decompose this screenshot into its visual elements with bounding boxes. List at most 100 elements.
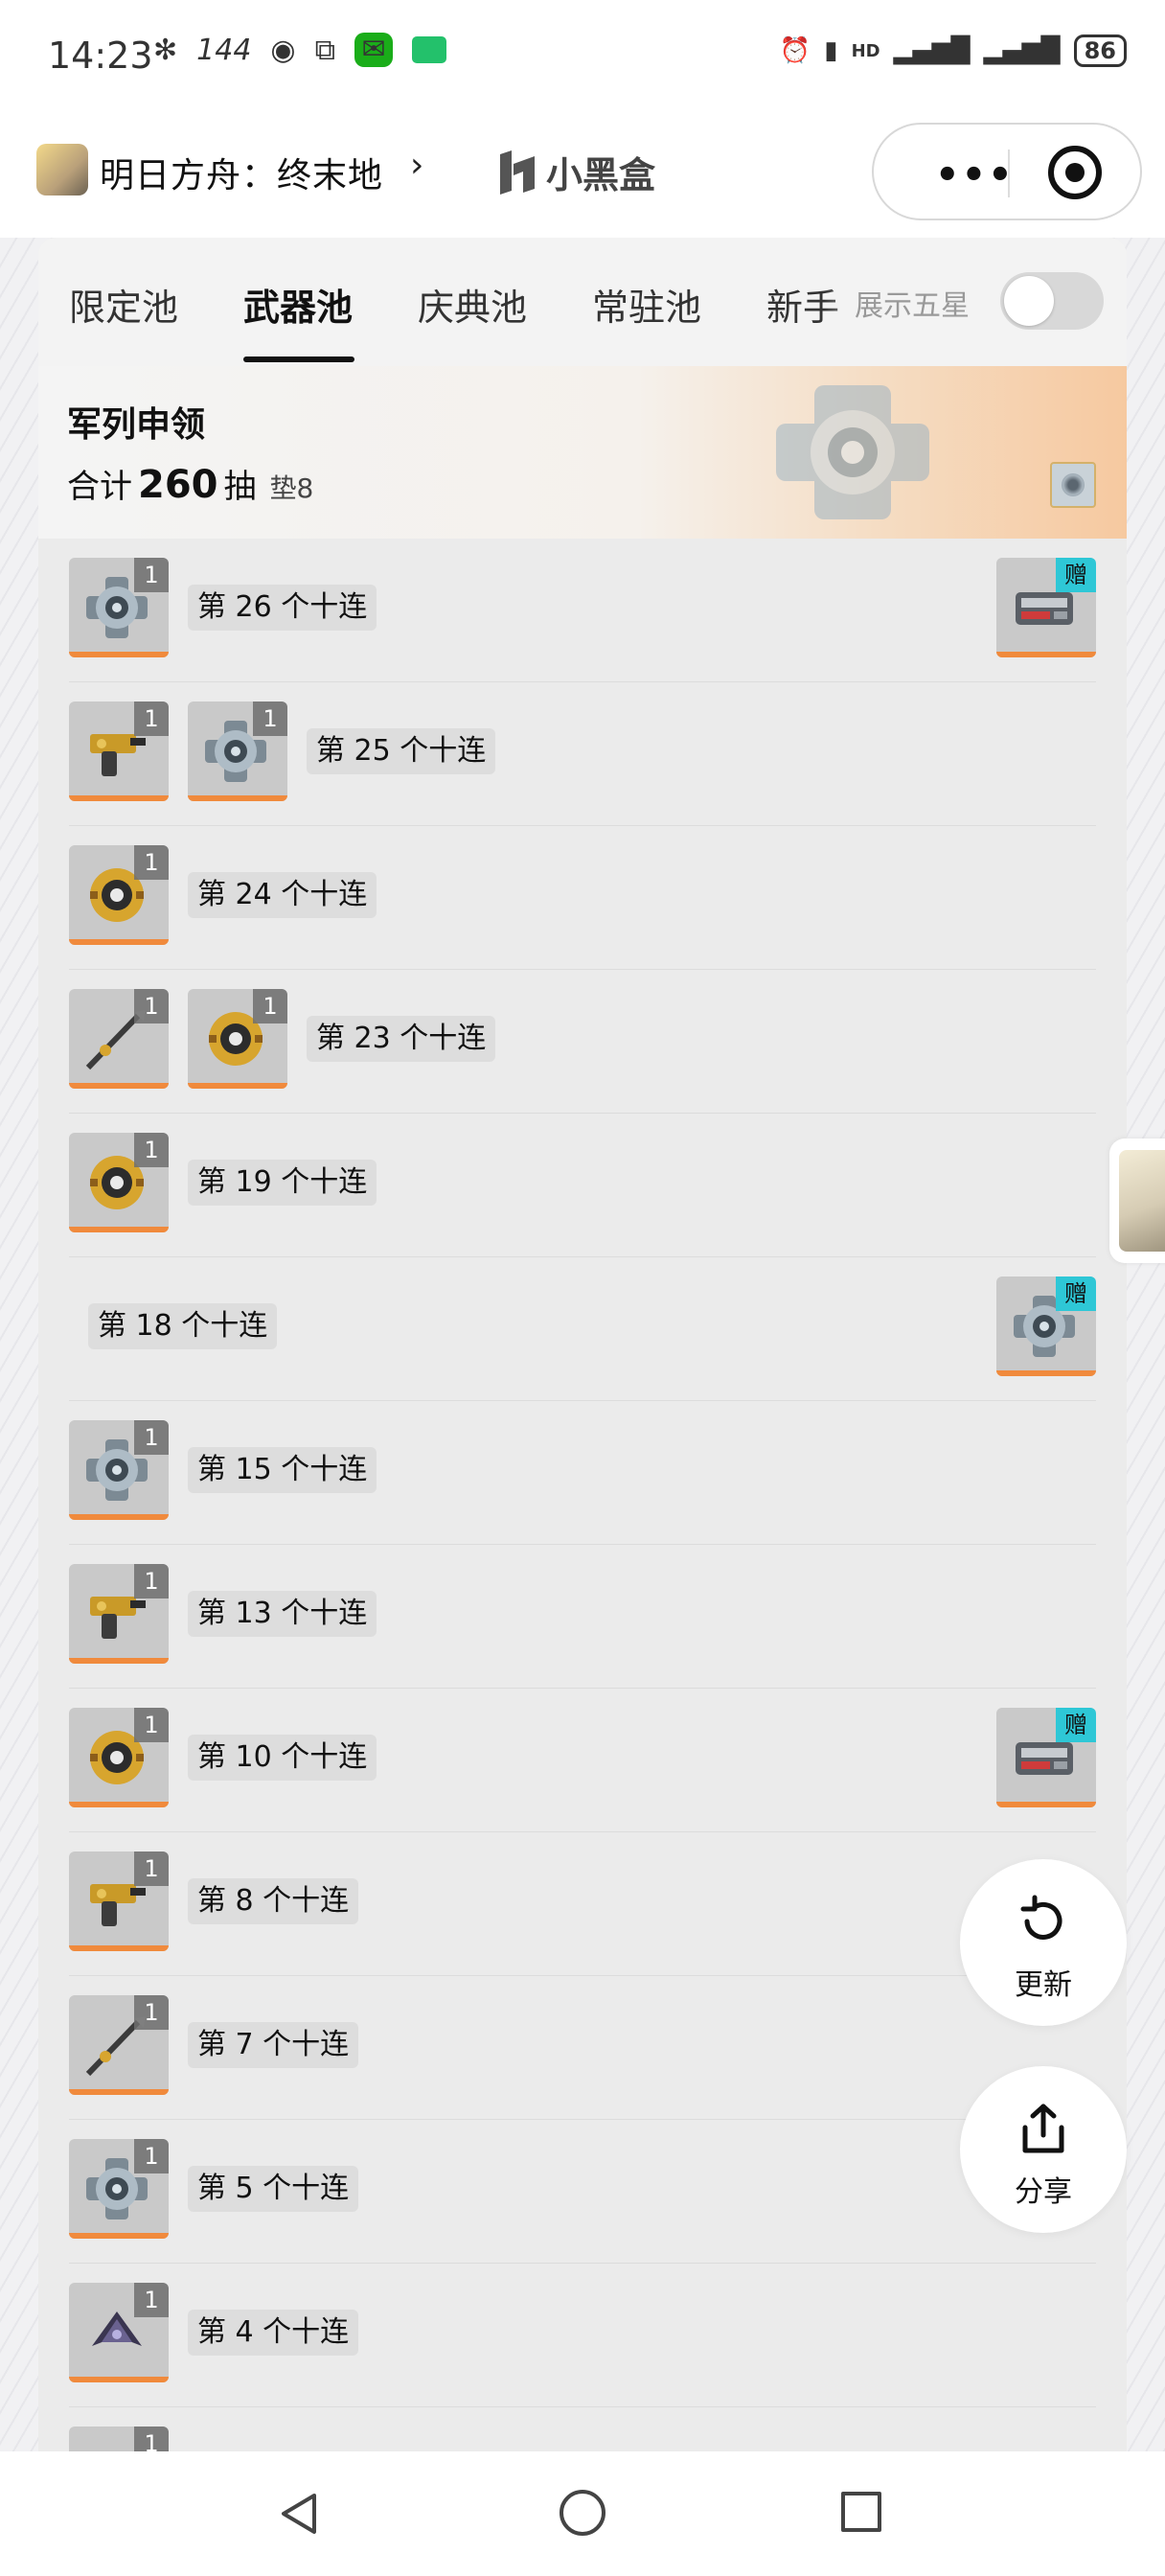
home-icon[interactable] (560, 2490, 605, 2536)
back-icon[interactable] (278, 2490, 320, 2538)
item-count-badge: 1 (134, 1995, 169, 2030)
weapon-item[interactable]: 1 (69, 1708, 169, 1807)
item-count-badge: 1 (253, 989, 287, 1024)
weapon-item[interactable]: 1 (69, 1420, 169, 1520)
tab-weapon[interactable]: 武器池 (243, 278, 353, 331)
wechat-icon: ✉ (354, 33, 394, 67)
gift-item[interactable]: 赠 (996, 1276, 1096, 1376)
ten-pull-label: 第 4 个十连 (188, 2310, 359, 2356)
rarity-bar (69, 1227, 169, 1232)
weapon-item[interactable]: 1 (69, 2426, 169, 2451)
gift-badge: 赠 (1056, 558, 1096, 592)
item-count-badge: 1 (134, 1420, 169, 1455)
gift-badge: 赠 (1056, 1708, 1096, 1742)
miniprogram-capsule: ••• (872, 123, 1142, 220)
close-miniprogram-button[interactable] (1048, 146, 1102, 199)
pity-count: 垫8 (269, 472, 314, 504)
rarity-bar (69, 939, 169, 945)
gacha-record-card: 限定池 武器池 庆典池 常驻池 新手 展示五星 军列申领 合计 260 抽 垫8… (38, 238, 1127, 2451)
rarity-bar (188, 1083, 287, 1089)
rarity-bar (69, 1083, 169, 1089)
item-count-badge: 1 (134, 1133, 169, 1167)
rarity-bar (996, 1802, 1096, 1807)
item-count-badge: 1 (134, 1564, 169, 1598)
game-avatar[interactable] (36, 144, 88, 196)
item-count-badge: 1 (134, 989, 169, 1024)
tab-limited[interactable]: 限定池 (69, 278, 178, 331)
item-count-badge: 1 (134, 845, 169, 880)
rarity-bar (69, 652, 169, 657)
more-menu-button[interactable]: ••• (935, 153, 1015, 197)
status-time: 14:23 (48, 34, 153, 77)
pull-record-row: 1 第 13 个十连 (38, 1545, 1127, 1689)
app-header: 明日方舟：终末地 › 小黑盒 ••• (0, 113, 1165, 238)
xiaoheihe-status-icon: ⧉ (314, 33, 336, 67)
item-count-badge: 1 (134, 1852, 169, 1886)
weapon-item[interactable]: 1 (188, 702, 287, 801)
status-left-icons: ✻ 144 ◉ ⧉ ✉ (153, 33, 447, 67)
gear-core-banner-art-icon (776, 385, 929, 519)
weapon-item[interactable]: 1 (69, 989, 169, 1089)
signal-5g-icon-2: ▂▄▆█ (983, 36, 1061, 65)
toggle-knob (1004, 276, 1054, 326)
share-icon (1022, 2104, 1064, 2153)
pull-total: 合计 260 抽 垫8 (67, 460, 313, 507)
weapon-item[interactable]: 1 (69, 2139, 169, 2239)
weapon-item[interactable]: 1 (69, 2283, 169, 2382)
weapon-item[interactable]: 1 (69, 1564, 169, 1664)
ten-pull-label: 第 13 个十连 (188, 1591, 377, 1637)
pull-record-row: 1 第 19 个十连 (38, 1114, 1127, 1257)
weapon-item[interactable]: 1 (69, 1133, 169, 1232)
share-label: 分享 (1015, 2175, 1072, 2209)
pool-title: 军列申领 (67, 405, 206, 445)
rarity-bar (69, 1514, 169, 1520)
hd-icon: HD (851, 40, 880, 61)
game-title[interactable]: 明日方舟：终末地 (100, 148, 383, 197)
rarity-bar (69, 2377, 169, 2382)
tab-celebration[interactable]: 庆典池 (418, 278, 527, 331)
floating-assistant-avatar[interactable] (1109, 1138, 1165, 1263)
tab-standard[interactable]: 常驻池 (592, 278, 701, 331)
weapon-item[interactable]: 1 (69, 845, 169, 945)
brand: 小黑盒 (496, 146, 655, 198)
fan-icon: ✻ (153, 33, 178, 67)
message-icon (412, 36, 447, 63)
weapon-item[interactable]: 1 (69, 702, 169, 801)
ten-pull-label: 第 25 个十连 (307, 728, 496, 774)
xiaoheihe-logo-icon (500, 150, 535, 195)
recent-apps-icon[interactable] (841, 2492, 881, 2532)
weapon-item[interactable]: 1 (188, 989, 287, 1089)
pool-mini-icon (1050, 462, 1096, 508)
pull-record-row: 1 1 第 25 个十连 (38, 682, 1127, 826)
item-count-badge: 1 (134, 2139, 169, 2174)
gift-item[interactable]: 赠 (996, 1708, 1096, 1807)
weapon-item[interactable]: 1 (69, 1995, 169, 2095)
rarity-bar (69, 1945, 169, 1951)
gift-item[interactable]: 赠 (996, 558, 1096, 657)
item-count-badge: 1 (253, 702, 287, 736)
refresh-button[interactable]: 更新 (960, 1859, 1127, 2026)
total-prefix: 合计 (67, 468, 132, 506)
chevron-right-icon[interactable]: › (410, 146, 423, 185)
rarity-bar (69, 2233, 169, 2239)
ten-pull-label: 第 19 个十连 (188, 1160, 377, 1206)
ten-pull-label: 第 23 个十连 (307, 1016, 496, 1062)
item-count-badge: 1 (134, 1708, 169, 1742)
total-count: 260 (138, 463, 218, 507)
rarity-bar (69, 2089, 169, 2095)
item-count-badge: 1 (134, 558, 169, 592)
alarm-icon: ⏰ (779, 36, 811, 65)
refresh-rate: 144 (196, 33, 252, 67)
pull-record-row: 第 18 个十连 赠 (38, 1257, 1127, 1401)
pool-tabs: 限定池 武器池 庆典池 常驻池 新手 展示五星 (38, 238, 1127, 366)
weapon-item[interactable]: 1 (69, 1852, 169, 1951)
item-count-badge: 1 (134, 702, 169, 736)
share-button[interactable]: 分享 (960, 2066, 1127, 2233)
status-right-icons: ⏰ ▮ HD ▂▄▆█ ▂▄▆█ 86 (780, 34, 1127, 67)
show-five-star-toggle[interactable] (1000, 272, 1104, 330)
brand-name: 小黑盒 (546, 154, 656, 196)
weapon-item[interactable]: 1 (69, 558, 169, 657)
pull-record-row: 1 1 第 23 个十连 (38, 970, 1127, 1114)
capsule-divider (1008, 150, 1010, 197)
ten-pull-label: 第 18 个十连 (88, 1303, 278, 1349)
